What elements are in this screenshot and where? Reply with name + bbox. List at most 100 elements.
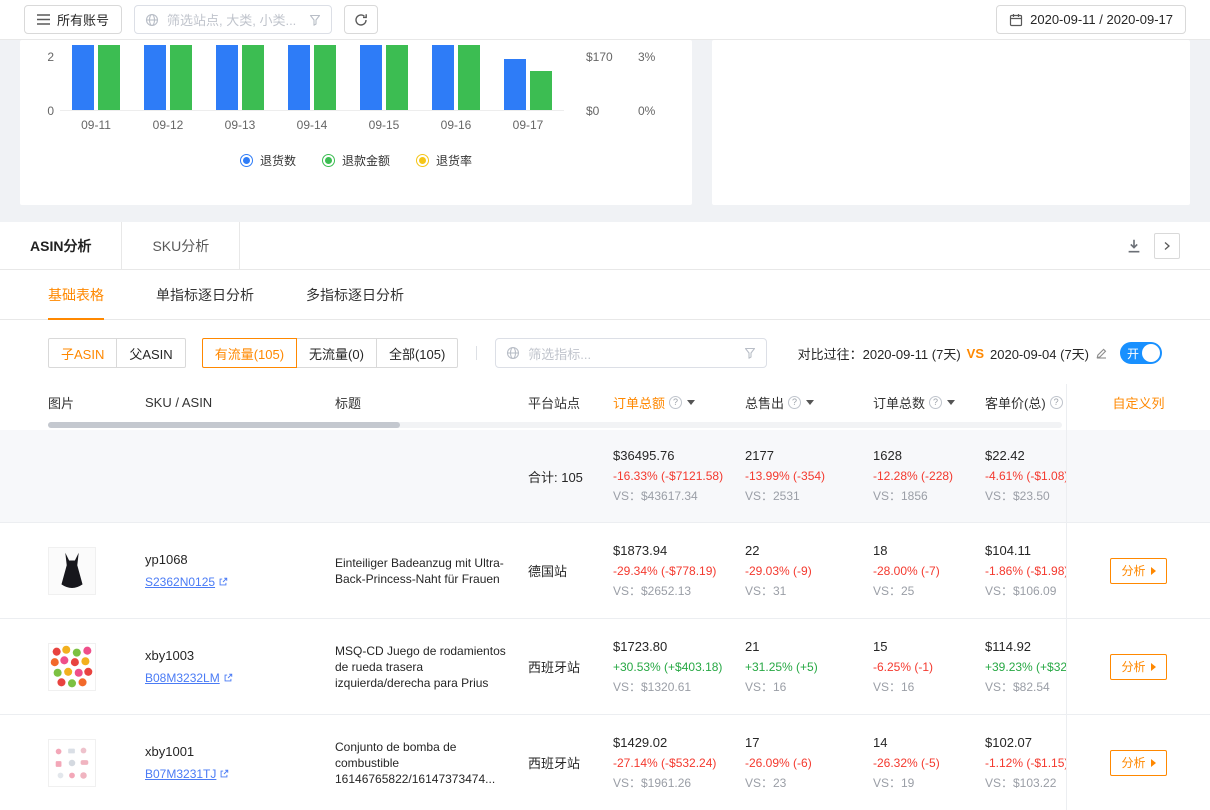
cell-sold: 17-26.09% (-6)VS：23 xyxy=(745,733,873,793)
metric-change: -6.25% (-1) xyxy=(873,657,985,677)
product-image[interactable] xyxy=(48,643,96,691)
legend-label: 退货率 xyxy=(436,152,472,169)
all-accounts-button[interactable]: 所有账号 xyxy=(24,5,122,34)
help-icon[interactable]: ? xyxy=(929,396,942,409)
traffic-toggle-group: 有流量(105)无流量(0)全部(105) xyxy=(202,338,459,368)
legend-item-退货率[interactable]: 退货率 xyxy=(416,152,472,169)
bar-group xyxy=(60,46,132,110)
metric-change: -16.33% (-$7121.58) xyxy=(613,466,745,486)
main-tabs-bar: ASIN分析SKU分析 xyxy=(0,222,1210,270)
sku-text: yp1068 xyxy=(145,552,335,567)
toggle-子ASIN[interactable]: 子ASIN xyxy=(48,338,117,368)
product-title: Conjunto de bomba de combustible 1614676… xyxy=(335,739,528,787)
legend-dot-icon xyxy=(240,154,253,167)
cell-orders: 15-6.25% (-1)VS：16 xyxy=(873,637,985,697)
x-axis-label: 09-13 xyxy=(204,118,276,132)
product-image[interactable] xyxy=(48,739,96,787)
row-actions: 分析 xyxy=(1067,522,1210,618)
analyze-button[interactable]: 分析 xyxy=(1110,654,1166,680)
metric-value: $36495.76 xyxy=(613,446,745,466)
cell-orders: 18-28.00% (-7)VS：25 xyxy=(873,541,985,601)
table-row: yp1068 S2362N0125 Einteiliger Badeanzug m… xyxy=(0,522,1066,618)
table-row: xby1001B07M3231TJ Conjunto de bomba de c… xyxy=(0,714,1066,810)
compare-switch[interactable]: 开 xyxy=(1120,342,1162,364)
help-icon[interactable]: ? xyxy=(669,396,682,409)
metric-filter-placeholder: 筛选指标... xyxy=(528,344,591,363)
asin-link[interactable]: B08M3232LM xyxy=(145,671,233,685)
metric-change: -12.28% (-228) xyxy=(873,466,985,486)
sort-caret-icon[interactable] xyxy=(947,400,955,405)
subtabs-bar: 基础表格 单指标逐日分析 多指标逐日分析 xyxy=(0,270,1210,320)
y2-axis-money-tick: $0 xyxy=(586,104,599,118)
row-actions: 分析 xyxy=(1067,714,1210,810)
column-label: SKU / ASIN xyxy=(145,395,212,410)
sort-caret-icon[interactable] xyxy=(687,400,695,405)
metric-vs: VS：$1961.26 xyxy=(613,773,745,793)
cell-price: $102.07-1.12% (-$1.15)VS：$103.22 xyxy=(985,733,1066,793)
toggle-有流量(105)[interactable]: 有流量(105) xyxy=(202,338,297,368)
subtab-多指标逐日分析[interactable]: 多指标逐日分析 xyxy=(306,270,404,319)
metric-value: 17 xyxy=(745,733,873,753)
metric-value: 1628 xyxy=(873,446,985,466)
toggle-全部(105)[interactable]: 全部(105) xyxy=(376,338,458,368)
metric-vs: VS：31 xyxy=(745,581,873,601)
help-icon[interactable]: ? xyxy=(788,396,801,409)
expand-button[interactable] xyxy=(1154,233,1180,259)
tab-actions xyxy=(1126,222,1210,269)
scrollbar-thumb[interactable] xyxy=(48,422,400,428)
column-header-total[interactable]: 订单总额? xyxy=(613,393,745,412)
horizontal-scrollbar[interactable] xyxy=(48,422,1062,428)
chart-bars xyxy=(60,46,564,111)
column-header-sold[interactable]: 总售出? xyxy=(745,393,873,412)
bar-退款金额-09-15 xyxy=(386,45,408,110)
sort-caret-icon[interactable] xyxy=(806,400,814,405)
product-image[interactable] xyxy=(48,547,96,595)
asin-link[interactable]: S2362N0125 xyxy=(145,575,228,589)
metric-change: -29.03% (-9) xyxy=(745,561,873,581)
analyze-button[interactable]: 分析 xyxy=(1110,558,1166,584)
subtab-单指标逐日分析[interactable]: 单指标逐日分析 xyxy=(156,270,254,319)
column-header-orders[interactable]: 订单总数? xyxy=(873,393,985,412)
bar-group xyxy=(348,46,420,110)
help-icon[interactable]: ? xyxy=(1050,396,1063,409)
asin-link[interactable]: B07M3231TJ xyxy=(145,767,229,781)
legend-item-退货数[interactable]: 退货数 xyxy=(240,152,296,169)
tab-SKU分析[interactable]: SKU分析 xyxy=(122,222,240,269)
subtab-基础表格[interactable]: 基础表格 xyxy=(48,270,104,319)
refresh-button[interactable] xyxy=(344,5,378,34)
table-scroll-area: 图片SKU / ASIN标题平台站点订单总额?总售出?订单总数?客单价(总)? … xyxy=(0,384,1066,810)
tab-ASIN分析[interactable]: ASIN分析 xyxy=(0,222,122,269)
analyze-caret-icon xyxy=(1151,663,1156,671)
site-filter-input[interactable]: 筛选站点, 大类, 小类... xyxy=(134,5,332,34)
cell-orders: 14-26.32% (-5)VS：19 xyxy=(873,733,985,793)
metric-value: 15 xyxy=(873,637,985,657)
all-accounts-label: 所有账号 xyxy=(57,10,109,29)
download-button[interactable] xyxy=(1126,238,1142,254)
menu-icon xyxy=(37,14,50,25)
analyze-button[interactable]: 分析 xyxy=(1110,750,1166,776)
metric-filter-input[interactable]: 筛选指标... xyxy=(495,338,767,368)
legend-label: 退货数 xyxy=(260,152,296,169)
cell-total: $1723.80+30.53% (+$403.18)VS：$1320.61 xyxy=(613,637,745,697)
legend-dot-icon xyxy=(322,154,335,167)
topbar: 所有账号 筛选站点, 大类, 小类... 2020-09-11 / 2020-0… xyxy=(0,0,1210,40)
metric-change: -26.09% (-6) xyxy=(745,753,873,773)
edit-icon[interactable] xyxy=(1095,347,1108,360)
compare-past-range: 2020-09-04 (7天) xyxy=(990,344,1089,363)
column-label: 订单总额 xyxy=(613,393,665,412)
toggle-无流量(0)[interactable]: 无流量(0) xyxy=(296,338,377,368)
main-tabs: ASIN分析SKU分析 xyxy=(0,222,240,269)
product-title: Einteiliger Badeanzug mit Ultra-Back-Pri… xyxy=(335,555,528,587)
metric-vs: VS：16 xyxy=(873,677,985,697)
metric-change: -1.86% (-$1.98) xyxy=(985,561,1066,581)
metric-vs: VS：$23.50 xyxy=(985,486,1066,506)
custom-columns-button[interactable]: 自定义列 xyxy=(1067,384,1210,420)
metric-value: $104.11 xyxy=(985,541,1066,561)
metric-change: -13.99% (-354) xyxy=(745,466,873,486)
metric-vs: VS：25 xyxy=(873,581,985,601)
toggle-父ASIN[interactable]: 父ASIN xyxy=(116,338,185,368)
secondary-chart-card xyxy=(712,40,1190,205)
date-range-button[interactable]: 2020-09-11 / 2020-09-17 xyxy=(996,5,1186,34)
metric-vs: VS：$103.22 xyxy=(985,773,1066,793)
legend-item-退款金额[interactable]: 退款金额 xyxy=(322,152,390,169)
